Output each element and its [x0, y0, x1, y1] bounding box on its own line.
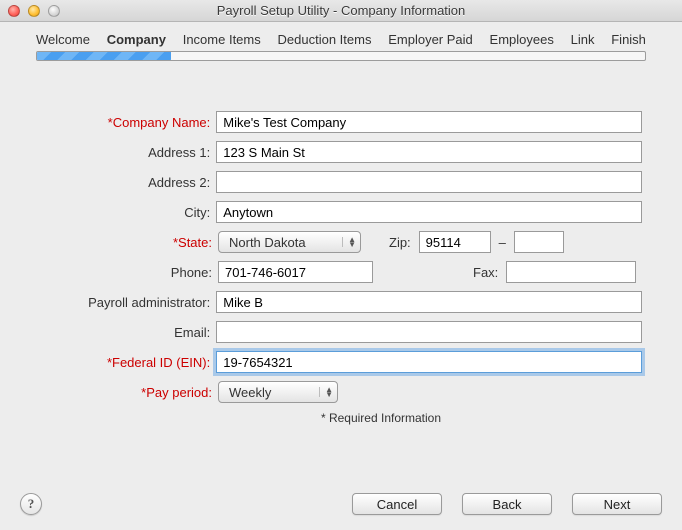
label-payroll-admin: Payroll administrator:	[40, 295, 216, 310]
label-address1: Address 1:	[40, 145, 216, 160]
next-button[interactable]: Next	[572, 493, 662, 515]
label-federal-id: *Federal ID (EIN):	[40, 355, 216, 370]
cancel-button[interactable]: Cancel	[352, 493, 442, 515]
step-employees[interactable]: Employees	[490, 32, 554, 47]
chevron-updown-icon: ▲▼	[342, 237, 356, 247]
step-finish[interactable]: Finish	[611, 32, 646, 47]
state-select-value: North Dakota	[229, 235, 306, 250]
required-note: * Required Information	[40, 411, 642, 425]
window-title: Payroll Setup Utility - Company Informat…	[0, 3, 682, 18]
chevron-updown-icon: ▲▼	[319, 387, 333, 397]
label-pay-period: *Pay period:	[40, 385, 218, 400]
step-deduction[interactable]: Deduction Items	[278, 32, 372, 47]
step-company[interactable]: Company	[107, 32, 166, 47]
zip-ext-input[interactable]	[514, 231, 564, 253]
label-phone: Phone:	[40, 265, 218, 280]
zip-input[interactable]	[419, 231, 491, 253]
label-state: *State:	[40, 235, 218, 250]
progress-bar	[36, 51, 646, 61]
address2-input[interactable]	[216, 171, 642, 193]
footer-buttons: Cancel Back Next	[352, 493, 662, 515]
federal-id-input[interactable]	[216, 351, 642, 373]
step-employer[interactable]: Employer Paid	[388, 32, 473, 47]
pay-period-select[interactable]: Weekly ▲▼	[218, 381, 338, 403]
fax-input[interactable]	[506, 261, 636, 283]
label-address2: Address 2:	[40, 175, 216, 190]
footer: ? Cancel Back Next	[0, 478, 682, 530]
state-select[interactable]: North Dakota ▲▼	[218, 231, 361, 253]
titlebar: Payroll Setup Utility - Company Informat…	[0, 0, 682, 22]
step-link[interactable]: Link	[571, 32, 595, 47]
label-zip: Zip:	[381, 235, 419, 250]
phone-input[interactable]	[218, 261, 373, 283]
form-area: *Company Name: Address 1: Address 2: Cit…	[0, 67, 682, 435]
label-fax: Fax:	[465, 265, 506, 280]
email-input[interactable]	[216, 321, 642, 343]
city-input[interactable]	[216, 201, 642, 223]
help-icon[interactable]: ?	[20, 493, 42, 515]
step-welcome[interactable]: Welcome	[36, 32, 90, 47]
address1-input[interactable]	[216, 141, 642, 163]
zip-dash: –	[491, 235, 514, 250]
pay-period-select-value: Weekly	[229, 385, 271, 400]
label-email: Email:	[40, 325, 216, 340]
progress-fill	[37, 52, 171, 60]
step-income[interactable]: Income Items	[183, 32, 261, 47]
label-company-name: *Company Name:	[40, 115, 216, 130]
label-city: City:	[40, 205, 216, 220]
step-bar: Welcome Company Income Items Deduction I…	[0, 22, 682, 51]
back-button[interactable]: Back	[462, 493, 552, 515]
payroll-admin-input[interactable]	[216, 291, 642, 313]
company-name-input[interactable]	[216, 111, 642, 133]
progress-wrap	[0, 51, 682, 67]
